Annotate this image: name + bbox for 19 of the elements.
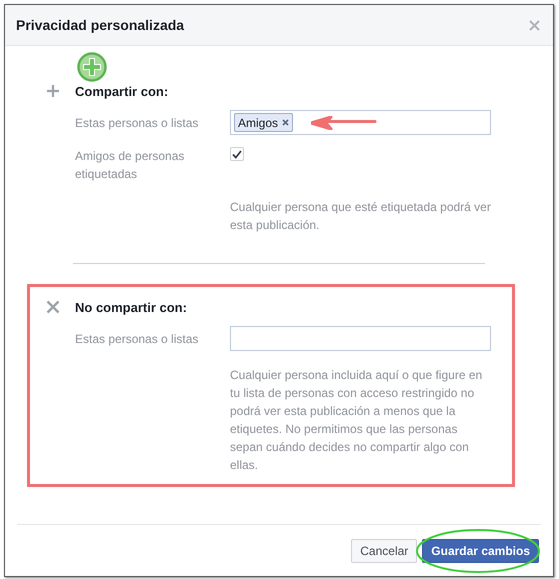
help-text: Cualquier persona que esté etiquetada podrá ver esta publicación. xyxy=(230,199,492,234)
cancel-button[interactable]: Cancelar xyxy=(351,538,418,562)
plus-circle-icon xyxy=(77,52,107,82)
people-input-field[interactable]: Amigos xyxy=(230,110,491,135)
save-button[interactable]: Guardar cambios xyxy=(422,538,539,562)
close-icon xyxy=(46,300,60,314)
arrow-icon xyxy=(311,116,378,130)
field-label: Estas personas o listas xyxy=(75,114,200,132)
plus-icon xyxy=(46,84,60,98)
field-label: Estas personas o listas xyxy=(75,330,200,348)
tag-chip[interactable]: Amigos xyxy=(234,113,294,132)
checkbox[interactable] xyxy=(230,147,244,161)
help-text: Cualquier persona incluida aquí o que figure en tu lista de personas con acceso restringido no podrá ver esta publicación a menos que la etiquetes. No permitimos que las personas sepan cuándo decides no compartir algo con ellas. xyxy=(230,367,484,474)
dialog-title: Privacidad personalizada xyxy=(16,17,184,33)
section-heading: No compartir con: xyxy=(75,300,187,314)
checkbox-label: Amigos de personas etiquetadas xyxy=(75,148,186,183)
section-heading: Compartir con: xyxy=(75,84,168,98)
people-input-field[interactable] xyxy=(230,326,491,351)
remove-icon[interactable] xyxy=(282,119,290,126)
